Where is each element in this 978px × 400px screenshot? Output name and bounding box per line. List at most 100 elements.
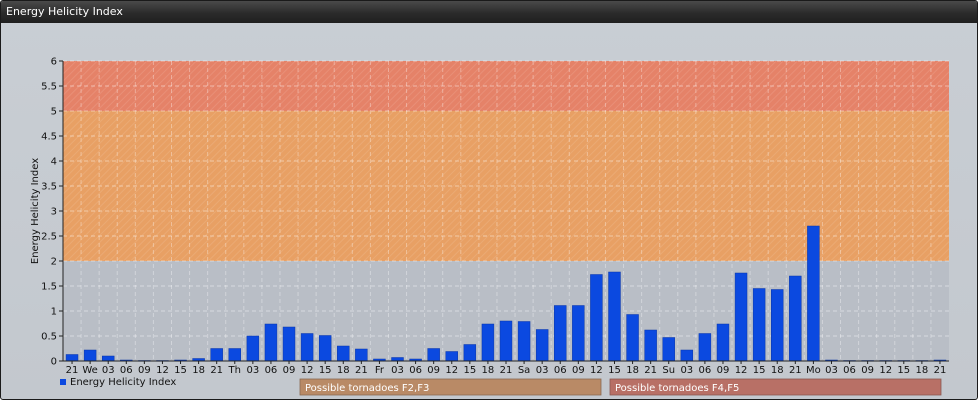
band-legend-f2f3-label: Possible tornadoes F2,F3 [305,383,429,394]
x-tick-label: 18 [626,365,639,376]
bar [264,323,278,362]
y-tick-label: 5 [51,107,57,118]
bar [499,320,513,362]
x-tick-label: 06 [699,365,712,376]
bar [463,344,477,362]
x-tick-label: 15 [753,365,766,376]
x-tick-label: 06 [120,365,133,376]
bar [608,271,621,362]
bar [210,348,223,362]
x-tick-label: 18 [916,365,929,376]
x-tick-label: 03 [536,365,549,376]
legend-swatch [60,379,66,385]
y-tick-label: 1.5 [41,282,57,293]
x-tick-label: 18 [192,365,205,376]
x-tick-label: Mo [806,365,821,376]
band-legend: Possible tornadoes F2,F3 Possible tornad… [299,378,942,396]
x-tick-label: Fr [375,365,385,376]
y-tick-label: 3.5 [41,182,57,193]
x-tick-label: 09 [572,365,585,376]
bar [282,326,296,362]
bar [355,348,368,362]
x-tick-label: We [82,365,97,376]
x-tick-label: 12 [735,365,748,376]
chart-window: Energy Helicity Index 0 0.5 1 1.5 2 2.5 3 3.5 4 4… [0,0,978,400]
x-tick-label: 21 [934,365,947,376]
bar [517,321,531,362]
x-tick-label: 03 [391,365,404,376]
y-tick-label: 1 [51,307,57,318]
bar [554,305,567,362]
x-tick-label: 09 [283,365,296,376]
x-tick-label: 18 [771,365,784,376]
x-tick-label: 12 [445,365,458,376]
y-tick-label: 0.5 [41,332,57,343]
x-tick-label: 21 [210,365,223,376]
y-tick-label: 0 [51,357,57,368]
legend-label: Energy Helicity Index [70,377,176,388]
y-tick-label: 2.5 [41,232,57,243]
y-tick-label: 3 [51,207,57,218]
x-tick-label: 03 [680,365,693,376]
bar [427,348,440,362]
x-tick-label: 15 [608,365,621,376]
x-tick-label: 09 [717,365,730,376]
y-axis-label: Energy Helicity Index [30,158,41,264]
bar [300,333,314,362]
bar [807,225,820,362]
x-tick-label: 12 [156,365,169,376]
x-tick-label: 03 [102,365,115,376]
bar [752,288,766,362]
x-tick-label: 03 [246,365,259,376]
bar [789,275,802,362]
x-tick-label: 15 [319,365,332,376]
bar [644,329,657,362]
bar [101,355,115,362]
x-tick-label: 06 [554,365,567,376]
bar [572,305,585,362]
y-tick-label: 4 [51,157,57,168]
x-tick-label: 09 [861,365,874,376]
bar [716,323,730,362]
x-tick-label: 21 [66,365,79,376]
x-tick-label: 18 [482,365,495,376]
bar [65,354,79,362]
bar [228,348,241,362]
bar [318,335,332,362]
bar [771,289,784,362]
x-tick-label: 21 [500,365,513,376]
x-tick-label: 12 [301,365,314,376]
bar [698,333,712,362]
y-tick-label: 4.5 [41,132,57,143]
bar [626,314,639,362]
x-tick-label: 21 [644,365,657,376]
bar [734,272,748,362]
bar [680,349,694,362]
bar [83,349,97,362]
bar [337,345,350,362]
x-tick-label: 15 [897,365,910,376]
x-tick-label: 12 [590,365,603,376]
bar [391,357,404,362]
band-legend-f4f5-label: Possible tornadoes F4,F5 [615,383,739,394]
bar [662,337,675,362]
bar [535,329,549,362]
bar [246,335,260,362]
legend: Energy Helicity Index [60,377,176,388]
y-tick-label: 6 [51,57,57,68]
x-tick-label: Th [228,365,241,376]
x-tick-label: 09 [427,365,440,376]
bar [590,274,603,362]
x-tick-label: 18 [337,365,350,376]
x-tick-label: 21 [355,365,368,376]
x-tick-label: 06 [265,365,278,376]
y-tick-label: 5.5 [41,82,57,93]
x-tick-label: 15 [463,365,476,376]
x-tick-label: 06 [409,365,422,376]
x-tick-label: Sa [518,365,530,376]
x-tick-label: 12 [879,365,892,376]
x-tick-label: 06 [843,365,856,376]
x-tick-label: Su [662,365,675,376]
x-tick-label: 21 [789,365,802,376]
x-tick-label: 03 [825,365,838,376]
